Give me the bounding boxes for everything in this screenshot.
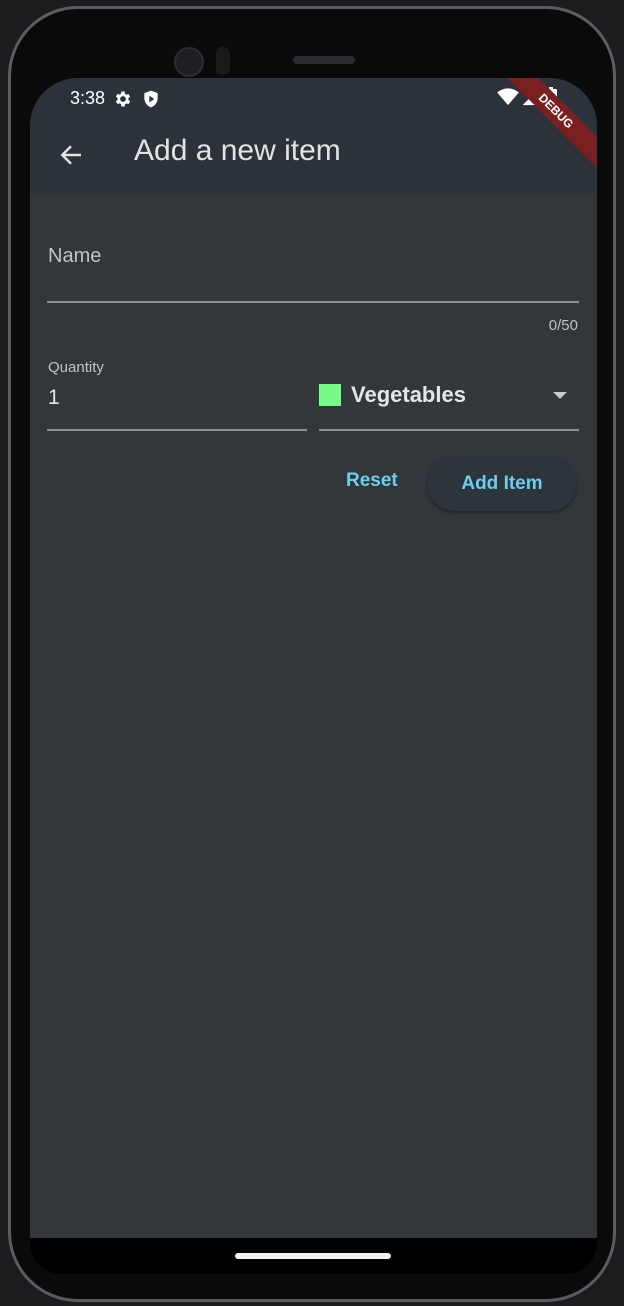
arrow-back-icon[interactable] [56, 140, 86, 170]
category-selected: Vegetables [351, 382, 466, 407]
home-indicator[interactable] [235, 1253, 391, 1259]
quantity-underline [47, 429, 307, 431]
gear-icon [115, 91, 131, 106]
sensor [216, 47, 230, 75]
dropdown-arrow-icon[interactable] [553, 392, 567, 399]
app-bar: 3:38 DEBUG Add a new item [30, 78, 597, 193]
screen: 3:38 DEBUG Add a new item Name 0/50 Quan… [30, 78, 597, 1274]
name-label: Name [48, 245, 102, 267]
navigation-bar [30, 1238, 597, 1274]
wifi-icon [497, 88, 519, 106]
camera [174, 47, 204, 77]
category-underline [319, 429, 579, 431]
speaker [293, 56, 355, 64]
quantity-label: Quantity [48, 359, 104, 376]
status-bar: 3:38 [70, 88, 161, 109]
name-underline [47, 301, 579, 303]
reset-button[interactable]: Reset [346, 470, 398, 492]
name-counter: 0/50 [548, 317, 578, 334]
page-title: Add a new item [134, 134, 341, 167]
status-time: 3:38 [70, 88, 106, 108]
add-item-button[interactable]: Add Item [427, 456, 577, 511]
quantity-value[interactable]: 1 [48, 386, 60, 410]
shield-play-icon [144, 90, 158, 107]
category-color-swatch [319, 384, 341, 406]
